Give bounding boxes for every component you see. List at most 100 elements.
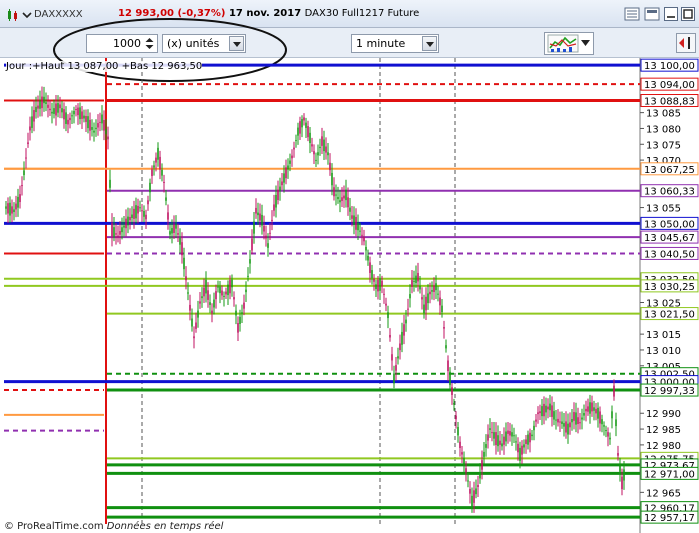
- candle-body: [263, 225, 265, 232]
- candle-body: [507, 430, 509, 434]
- minimize-icon[interactable]: [664, 7, 678, 21]
- candle-body: [77, 107, 79, 116]
- candle-body: [559, 421, 561, 423]
- level-tag-label-13: 12 997,33: [644, 386, 695, 397]
- candle-body: [91, 127, 93, 130]
- candle-body: [381, 280, 383, 287]
- candle-body: [399, 343, 401, 351]
- chart-nav-icon[interactable]: [676, 33, 696, 53]
- candle-body: [351, 215, 353, 219]
- candle-body: [213, 299, 215, 308]
- candle-body: [429, 291, 431, 295]
- candle-body: [377, 279, 379, 292]
- level-tag-label-4: 13 060,33: [644, 187, 695, 198]
- y-tick-label-11: 12 980: [646, 441, 681, 452]
- candle-body: [569, 422, 571, 428]
- candle-body: [63, 109, 65, 120]
- candle-body: [185, 276, 187, 281]
- candle-body: [405, 319, 407, 324]
- candle-body: [441, 305, 443, 313]
- candle-body: [501, 443, 503, 447]
- timeframe-select[interactable]: 1 minute: [351, 34, 439, 53]
- candle-body: [43, 96, 45, 104]
- candle-body: [117, 235, 119, 237]
- candle-body: [581, 417, 583, 420]
- candle-body: [495, 432, 497, 446]
- candle-body: [387, 312, 389, 319]
- candle-body: [181, 242, 183, 256]
- candle-body: [479, 472, 481, 479]
- candle-body: [599, 411, 601, 424]
- candle-body: [317, 152, 319, 156]
- candle-body: [563, 423, 565, 427]
- candle-body: [483, 451, 485, 457]
- chevron-down-icon[interactable]: [581, 40, 590, 47]
- candle-body: [203, 287, 205, 297]
- candle-body: [461, 452, 463, 455]
- candle-body: [311, 144, 313, 147]
- candle-body: [425, 296, 427, 311]
- candle-body: [591, 402, 593, 412]
- candle-body: [215, 291, 217, 300]
- candle-body: [139, 207, 141, 209]
- realtime-label: Données en temps réel: [106, 521, 224, 532]
- y-tick-label-9: 12 990: [646, 409, 681, 420]
- window-list-icon[interactable]: [624, 7, 640, 21]
- candle-body: [165, 197, 167, 201]
- candle-body: [167, 212, 169, 220]
- candle-body: [155, 157, 157, 163]
- candle-body: [177, 233, 179, 235]
- candle-body: [109, 179, 111, 188]
- maximize-icon[interactable]: [681, 7, 695, 21]
- candle-body: [21, 185, 23, 187]
- candle-body: [269, 232, 271, 234]
- candle-body: [273, 204, 275, 211]
- candle-body: [411, 280, 413, 287]
- candle-body: [621, 476, 623, 490]
- level-tag-label-0: 13 100,00: [644, 61, 695, 72]
- candle-body: [347, 197, 349, 208]
- brand-label: © ProRealTime.com: [4, 521, 104, 532]
- candle-body: [205, 279, 207, 294]
- chevron-down-icon[interactable]: [422, 36, 437, 51]
- candle-body: [5, 206, 7, 209]
- candle-body: [509, 431, 511, 436]
- candle-body: [49, 108, 51, 111]
- candle-body: [125, 218, 127, 229]
- y-tick-label-1: 13 080: [646, 124, 681, 135]
- candle-body: [345, 189, 347, 201]
- candle-body: [237, 323, 239, 333]
- candle-body: [443, 326, 445, 329]
- candle-body: [357, 222, 359, 231]
- price-chart[interactable]: 13 085 13 080 13 075 13 070 13 055 13 025 13 0…: [0, 58, 699, 533]
- candle-body: [593, 407, 595, 411]
- candle-body: [45, 102, 47, 105]
- candle-body: [613, 385, 615, 397]
- level-tag-label-7: 13 040,50: [644, 249, 695, 260]
- candle-body: [261, 214, 263, 226]
- candle-body: [533, 425, 535, 431]
- candle-body: [331, 172, 333, 186]
- candle-body: [369, 262, 371, 273]
- candle-body: [153, 165, 155, 168]
- window-menu-icon[interactable]: [644, 7, 660, 21]
- y-tick-label-10: 12 985: [646, 425, 681, 436]
- candle-body: [233, 297, 235, 300]
- candle-body: [251, 238, 253, 251]
- candle-body: [539, 411, 541, 414]
- candle-body: [119, 231, 121, 235]
- candle-body: [99, 121, 101, 123]
- candle-body: [127, 216, 129, 226]
- candle-body: [421, 297, 423, 300]
- candle-body: [19, 194, 21, 203]
- candle-body: [277, 189, 279, 201]
- candle-body: [211, 310, 213, 314]
- candle-body: [143, 211, 145, 217]
- chart-canvas[interactable]: 13 08513 08013 07513 07013 05513 02513 0…: [0, 58, 699, 533]
- candle-body: [623, 469, 625, 481]
- candle-body: [475, 488, 477, 495]
- candle-body: [341, 197, 343, 201]
- candle-body: [401, 331, 403, 345]
- indicators-button[interactable]: [544, 32, 594, 55]
- candle-body: [187, 292, 189, 294]
